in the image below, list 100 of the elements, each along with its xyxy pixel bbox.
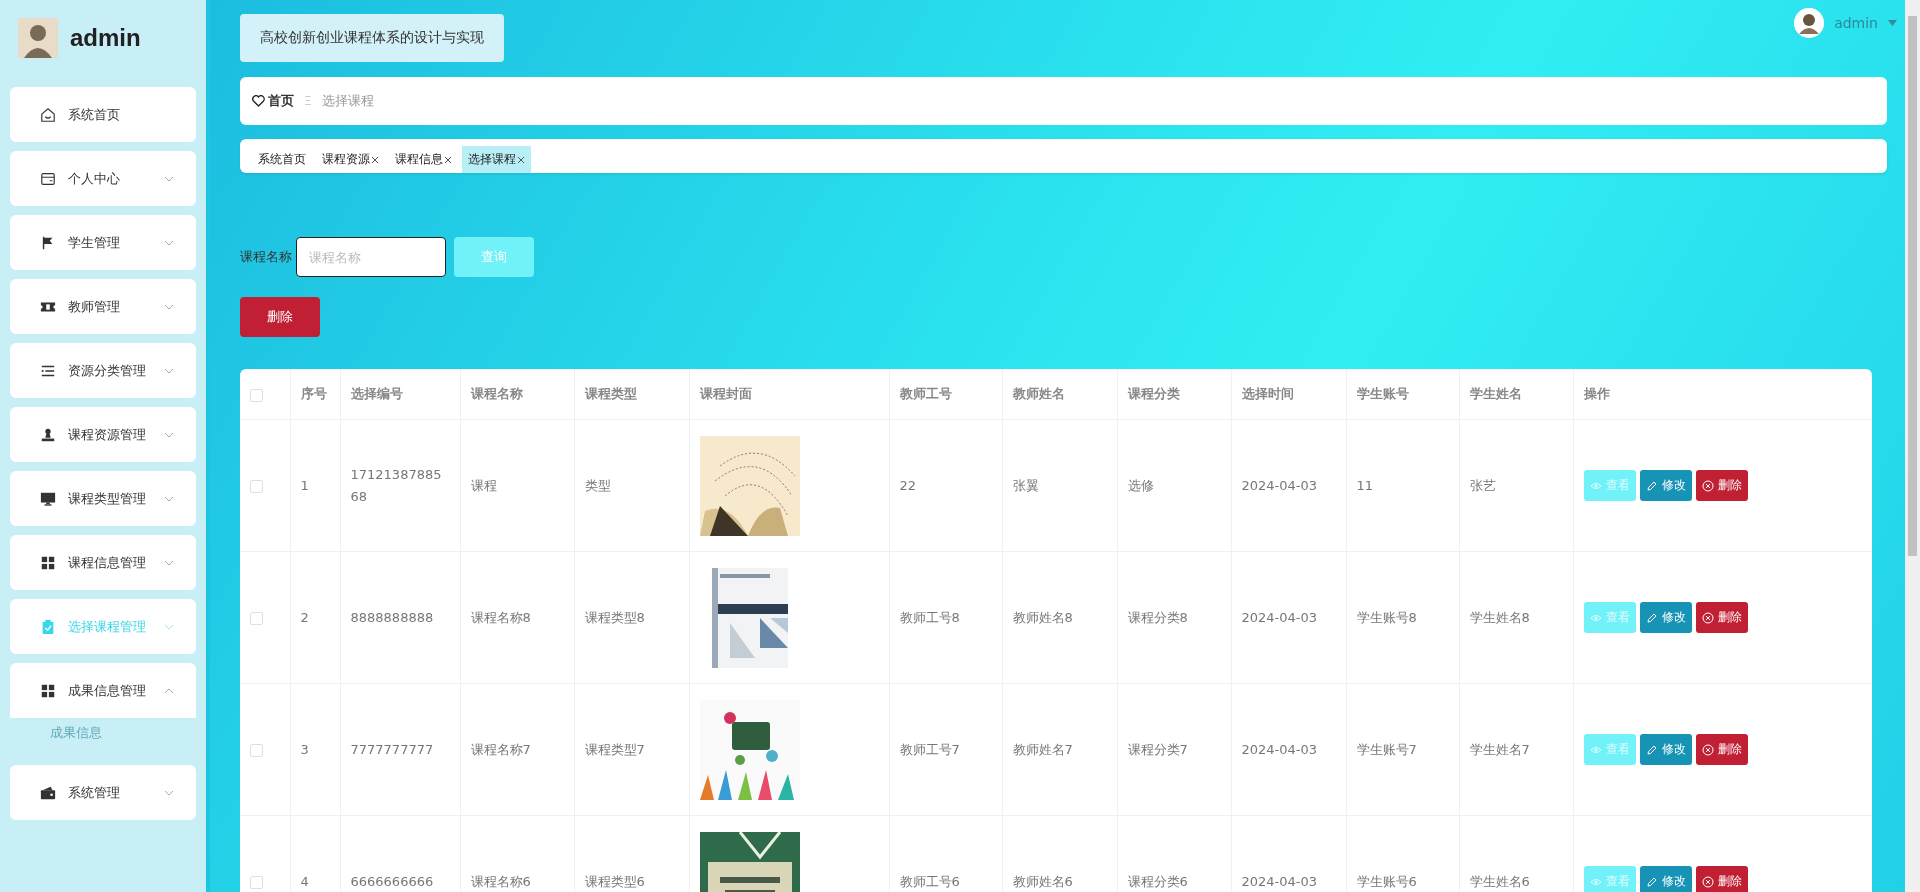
field-label: 课程名称 bbox=[240, 248, 292, 267]
column-header: 学生姓名 bbox=[1459, 369, 1573, 420]
column-header: 课程封面 bbox=[689, 369, 889, 420]
clipboard-icon bbox=[40, 618, 56, 635]
table-cell: 学生账号7 bbox=[1346, 683, 1459, 816]
table-cell: 选修 bbox=[1117, 419, 1231, 552]
menu-item[interactable]: 成果信息管理 bbox=[10, 663, 196, 718]
app-title: 高校创新创业课程体系的设计与实现 bbox=[240, 14, 504, 62]
menu-item[interactable]: 课程类型管理 bbox=[10, 471, 196, 526]
column-header: 序号 bbox=[290, 369, 340, 420]
edit-button[interactable]: 修改 bbox=[1639, 470, 1692, 502]
pencil-icon bbox=[1645, 743, 1658, 756]
tab[interactable]: 课程资源 bbox=[316, 146, 385, 174]
heart-icon bbox=[252, 94, 265, 107]
tab[interactable]: 系统首页 bbox=[252, 146, 312, 174]
table-cell: 课程类型7 bbox=[574, 683, 689, 816]
close-icon[interactable] bbox=[371, 155, 379, 164]
chevron-icon bbox=[164, 687, 174, 694]
table-cell: 课程分类8 bbox=[1117, 551, 1231, 684]
checkbox[interactable] bbox=[250, 388, 263, 402]
chevron-icon bbox=[164, 559, 174, 566]
menu-item[interactable]: 系统首页 bbox=[10, 87, 196, 142]
table-cell: 张艺 bbox=[1459, 419, 1573, 552]
grid-icon bbox=[40, 554, 56, 571]
chevron-icon bbox=[164, 239, 174, 246]
tab[interactable]: 选择课程 bbox=[462, 146, 531, 174]
stamp-icon bbox=[40, 426, 56, 443]
delete-button[interactable]: 删除 bbox=[1695, 866, 1748, 892]
breadcrumb-current: 选择课程 bbox=[321, 91, 374, 110]
table-cell: 2 bbox=[290, 551, 340, 684]
course-name-field[interactable]: 课程名称 bbox=[296, 237, 446, 278]
column-header: 教师姓名 bbox=[1002, 369, 1117, 420]
table-cell: 类型 bbox=[574, 419, 689, 552]
card-icon bbox=[40, 170, 56, 187]
pencil-icon bbox=[1645, 875, 1658, 888]
table-cell: 2024-04-03 bbox=[1231, 551, 1346, 684]
table-cell: 1 bbox=[290, 419, 340, 552]
table-cell: 教师姓名8 bbox=[1002, 551, 1117, 684]
brand-name: admin bbox=[70, 24, 141, 52]
monitor-icon bbox=[40, 490, 56, 507]
table-cell: 课程名称8 bbox=[460, 551, 574, 684]
table-cell: 22 bbox=[889, 419, 1002, 552]
close-circle-icon bbox=[1701, 611, 1714, 624]
checkbox[interactable] bbox=[250, 611, 263, 625]
pencil-icon bbox=[1645, 611, 1658, 624]
pencil-icon bbox=[1645, 479, 1658, 492]
delete-button[interactable]: 删除 bbox=[1695, 602, 1748, 634]
table-cell: 2024-04-03 bbox=[1231, 419, 1346, 552]
table-cell: 课程名称7 bbox=[460, 683, 574, 816]
menu-item[interactable]: 教师管理 bbox=[10, 279, 196, 334]
edit-button[interactable]: 修改 bbox=[1639, 734, 1692, 766]
table-cell: 教师姓名7 bbox=[1002, 683, 1117, 816]
breadcrumb-home[interactable]: 首页 bbox=[268, 91, 294, 110]
chevron-icon bbox=[164, 623, 174, 630]
tab[interactable]: 课程信息 bbox=[389, 146, 458, 174]
column-header: 教师工号 bbox=[889, 369, 1002, 420]
menu-item[interactable]: 资源分类管理 bbox=[10, 343, 196, 398]
caret-icon[interactable] bbox=[1888, 20, 1897, 26]
table-cell: 2024-04-03 bbox=[1231, 683, 1346, 816]
menu-item[interactable]: 个人中心 bbox=[10, 151, 196, 206]
close-icon[interactable] bbox=[444, 155, 452, 164]
scrollbar[interactable] bbox=[1905, 0, 1920, 892]
delete-button[interactable]: 删除 bbox=[1695, 734, 1748, 766]
menu-item[interactable]: 课程资源管理 bbox=[10, 407, 196, 462]
checkbox[interactable] bbox=[250, 743, 263, 757]
home-icon bbox=[40, 106, 56, 123]
table-cell: 课程 bbox=[460, 419, 574, 552]
column-header: 选择时间 bbox=[1231, 369, 1346, 420]
column-header: 课程类型 bbox=[574, 369, 689, 420]
close-circle-icon bbox=[1701, 743, 1714, 756]
close-circle-icon bbox=[1701, 875, 1714, 888]
table-cell: 教师工号7 bbox=[889, 683, 1002, 816]
avatar-icon[interactable] bbox=[1794, 8, 1825, 38]
wallet-icon bbox=[40, 784, 56, 801]
table-cell: 课程分类7 bbox=[1117, 683, 1231, 816]
close-icon[interactable] bbox=[517, 155, 525, 164]
menu-item[interactable]: 系统管理 bbox=[10, 765, 196, 820]
chevron-icon bbox=[164, 303, 174, 310]
chevron-icon bbox=[164, 431, 174, 438]
table-cell: 11 bbox=[1346, 419, 1459, 552]
column-header: 课程分类 bbox=[1117, 369, 1231, 420]
table-cell: 学生姓名8 bbox=[1459, 551, 1573, 684]
edit-button[interactable]: 修改 bbox=[1639, 602, 1692, 634]
table-cell: 7777777777 bbox=[340, 683, 460, 816]
column-header: 课程名称 bbox=[460, 369, 574, 420]
table-cell: 3 bbox=[290, 683, 340, 816]
menu-item[interactable]: 学生管理 bbox=[10, 215, 196, 270]
column-header: 选择编号 bbox=[340, 369, 460, 420]
chevron-icon bbox=[164, 367, 174, 374]
menu-item[interactable]: 课程信息管理 bbox=[10, 535, 196, 590]
column-header: 操作 bbox=[1573, 369, 1872, 420]
checkbox[interactable] bbox=[250, 875, 263, 889]
table-cell: 张翼 bbox=[1002, 419, 1117, 552]
column-header: 学生账号 bbox=[1346, 369, 1459, 420]
edit-button[interactable]: 修改 bbox=[1639, 866, 1692, 892]
delete-button[interactable]: 删除 bbox=[1695, 470, 1748, 502]
checkbox[interactable] bbox=[250, 479, 263, 493]
table-cell: 课程类型8 bbox=[574, 551, 689, 684]
delete-button[interactable]: 删除 bbox=[240, 297, 320, 338]
chevron-icon bbox=[164, 789, 174, 796]
